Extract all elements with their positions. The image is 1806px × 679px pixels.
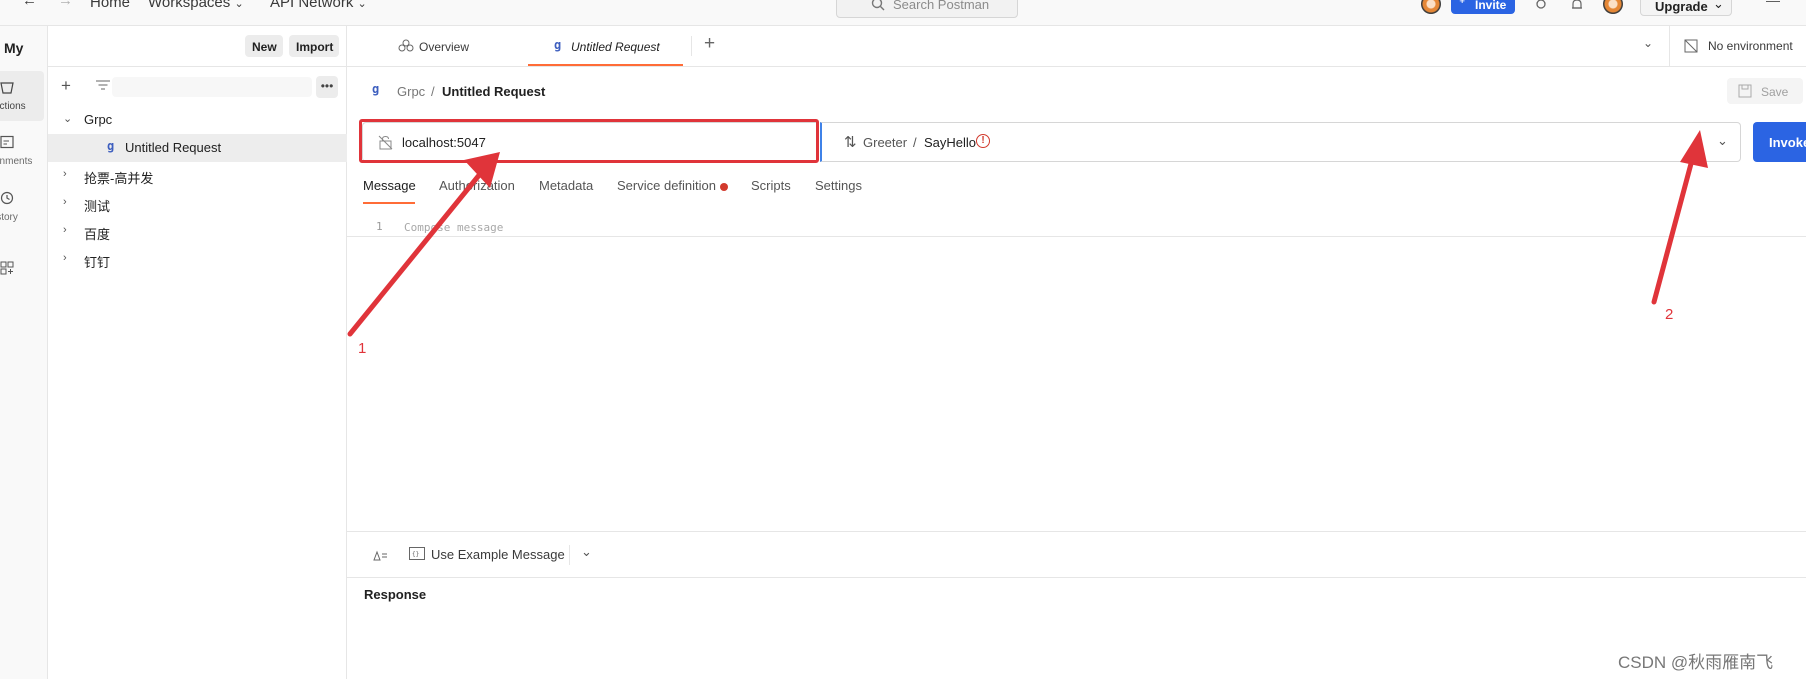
annotation-label-2: 2 [1665, 306, 1674, 323]
annotation-label-1: 1 [358, 340, 367, 357]
watermark: CSDN @秋雨雁南飞 [1618, 653, 1774, 672]
annotation-arrow-2 [1651, 157, 1695, 305]
annotation-arrowhead-1 [464, 152, 500, 188]
annotation-arrows [347, 130, 1708, 337]
annotation-arrowhead-2 [1680, 130, 1708, 168]
annotation-arrow-1 [347, 171, 483, 337]
